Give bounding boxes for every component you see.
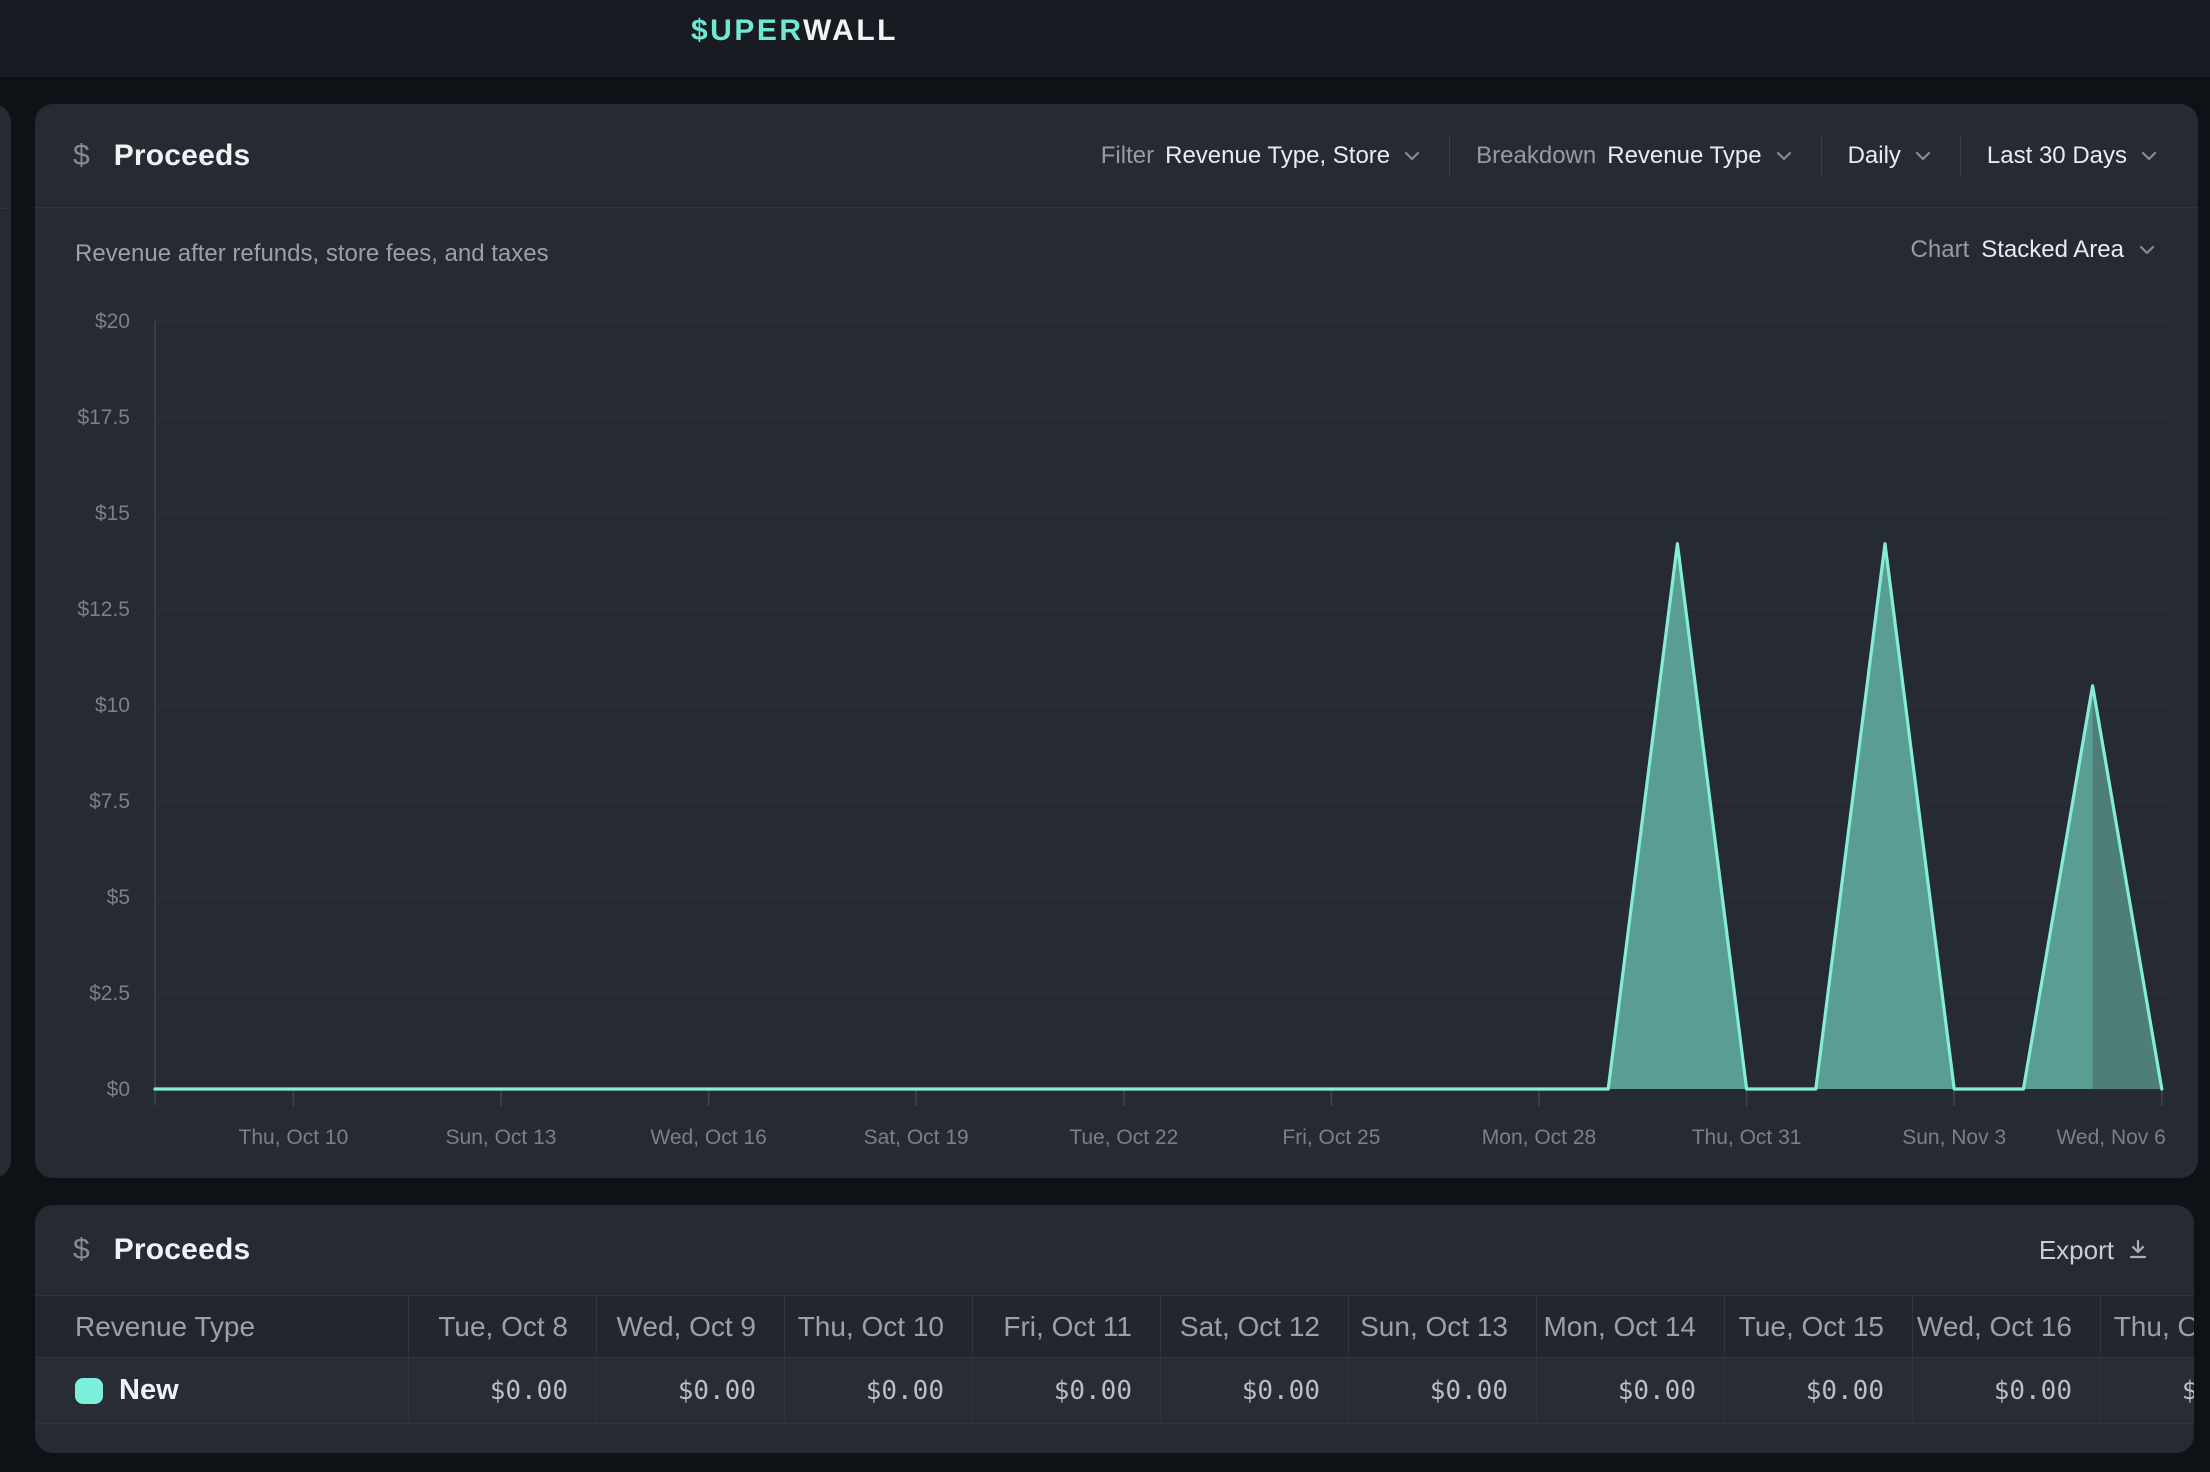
table-column-header: Tue, Oct 15: [1724, 1296, 1912, 1357]
table-cell-value: $0.00: [1160, 1358, 1348, 1423]
superwall-logo: $UPERWALL: [691, 14, 898, 48]
table-card-header: $ Proceeds Export: [35, 1205, 2194, 1295]
y-axis-tick-label: $5: [107, 886, 130, 909]
table-column-header: Sat, Oct 12: [1160, 1296, 1348, 1357]
table-cell-value: $0.00: [1912, 1358, 2100, 1423]
topbar: $UPERWALL: [0, 0, 2210, 77]
y-axis-tick-label: $0: [107, 1078, 130, 1101]
x-axis-tick-label: Wed, Nov 6: [2056, 1126, 2165, 1149]
download-icon: [2126, 1238, 2150, 1262]
x-axis-tick-label: Thu, Oct 31: [1692, 1126, 1802, 1149]
area-fill: [155, 544, 2162, 1089]
table-column-header: Wed, Oct 9: [596, 1296, 784, 1357]
y-axis-tick-label: $15: [95, 502, 130, 525]
x-axis-tick-label: Sat, Oct 19: [864, 1126, 969, 1149]
x-axis-tick-label: Sun, Oct 13: [446, 1126, 557, 1149]
dollar-icon: $: [73, 1233, 90, 1267]
x-axis-tick-label: Mon, Oct 28: [1482, 1126, 1596, 1149]
table-row-label-cell: New: [35, 1358, 408, 1423]
table-title: Proceeds: [114, 1233, 251, 1267]
x-axis-tick-label: Thu, Oct 10: [239, 1126, 349, 1149]
table-cell-value: $0.00: [1724, 1358, 1912, 1423]
table-column-header: Tue, Oct 8: [408, 1296, 596, 1357]
y-axis-tick-label: $17.5: [77, 406, 130, 429]
y-axis-tick-label: $20: [95, 310, 130, 333]
table-column-header: Sun, Oct 13: [1348, 1296, 1536, 1357]
y-axis-tick-label: $2.5: [89, 982, 130, 1005]
y-axis-tick-label: $12.5: [77, 598, 130, 621]
adjacent-card-edge: [0, 104, 11, 1178]
series-color-swatch: [75, 1378, 103, 1404]
table-column-header: Thu, Oct 10: [784, 1296, 972, 1357]
export-label: Export: [2039, 1235, 2114, 1266]
x-axis-tick-label: Wed, Oct 16: [650, 1126, 766, 1149]
y-axis-tick-label: $7.5: [89, 790, 130, 813]
table-column-header: Revenue Type: [35, 1296, 408, 1357]
series-label: New: [119, 1374, 179, 1407]
table-column-header: Wed, Oct 16: [1912, 1296, 2100, 1357]
x-axis-tick-label: Fri, Oct 25: [1282, 1126, 1380, 1149]
table-cell-value: $0.00: [596, 1358, 784, 1423]
table-header-row: Revenue Type Tue, Oct 8Wed, Oct 9Thu, Oc…: [35, 1295, 2194, 1358]
table-cell-value: $0.00: [1348, 1358, 1536, 1423]
table-column-header: Thu, Oct 17: [2100, 1296, 2194, 1357]
proceeds-table-card: $ Proceeds Export Revenue Type Tue, Oct …: [35, 1205, 2194, 1453]
stacked-area-chart[interactable]: $0 $2.5 $5 $7.5 $10 $12.5 $15 $17.5 $20 Thu, Oct …: [35, 104, 2198, 1178]
x-axis-tick-label: Tue, Oct 22: [1069, 1126, 1178, 1149]
table-cell-value: $0.00: [1536, 1358, 1724, 1423]
table-row: New $0.00$0.00$0.00$0.00$0.00$0.00$0.00$…: [35, 1358, 2194, 1424]
table-cell-value: $0.00: [784, 1358, 972, 1423]
table-column-header: Fri, Oct 11: [972, 1296, 1160, 1357]
logo-prefix: $UPER: [691, 14, 803, 47]
table-cell-value: $0.00: [408, 1358, 596, 1423]
logo-suffix: WALL: [803, 14, 898, 47]
table-cell-value: $0.00: [972, 1358, 1160, 1423]
export-button[interactable]: Export: [2039, 1235, 2150, 1266]
table-cell-value: $0.00: [2100, 1358, 2194, 1423]
divider: [0, 208, 11, 209]
proceeds-chart-card: $ Proceeds Filter Revenue Type, Store Br…: [35, 104, 2198, 1178]
x-axis-tick-label: Sun, Nov 3: [1902, 1126, 2006, 1149]
y-axis-tick-label: $10: [95, 694, 130, 717]
table-column-header: Mon, Oct 14: [1536, 1296, 1724, 1357]
